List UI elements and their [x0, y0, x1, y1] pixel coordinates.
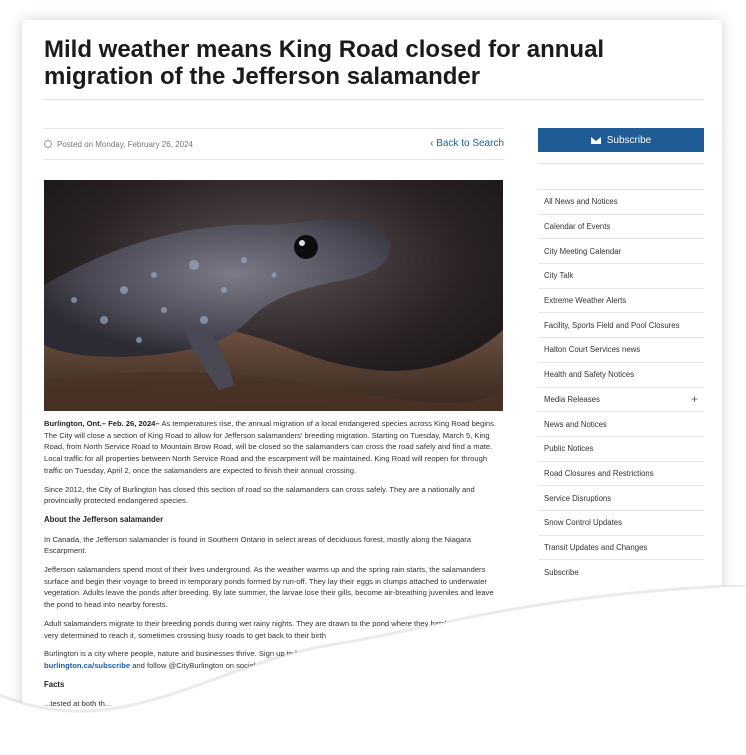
sidebar-item-label: Public Notices [544, 444, 594, 454]
paragraph-subscribe: Burlington is a city where people, natur… [44, 648, 504, 671]
sidebar-item-label: Road Closures and Restrictions [544, 468, 654, 478]
article-body: Burlington, Ont.– Feb. 26, 2024– As temp… [44, 418, 504, 717]
sidebar-item-service-disruptions[interactable]: Service Disruptions [538, 486, 704, 511]
posted-date-text: Posted on Monday, February 26, 2024 [57, 140, 193, 149]
sidebar-item-label: City Talk [544, 271, 574, 281]
sidebar-item-label: Media Releases [544, 394, 600, 404]
dateline: Burlington, Ont.– Feb. 26, 2024– [44, 419, 160, 428]
posted-date: Posted on Monday, February 26, 2024 [44, 140, 193, 149]
salamander-photo [44, 180, 503, 411]
subscribe-link[interactable]: burlington.ca/subscribe [44, 661, 130, 670]
sidebar-divider [538, 163, 704, 164]
sidebar-item-calendar-of-events[interactable]: Calendar of Events [538, 215, 704, 240]
sidebar-item-label: Health and Safety Notices [544, 370, 635, 380]
paragraph-range: In Canada, the Jefferson salamander is f… [44, 534, 472, 556]
salamander-illustration [44, 180, 503, 411]
about-heading: About the Jefferson salamander [44, 514, 164, 524]
page-card: Mild weather means King Road closed for … [22, 20, 722, 755]
sidebar-item-city-talk[interactable]: City Talk [538, 264, 704, 289]
sidebar-item-health-safety[interactable]: Health and Safety Notices [538, 363, 704, 388]
lead-paragraph: Burlington, Ont.– Feb. 26, 2024– As temp… [44, 418, 504, 477]
sidebar-nav: All News and Notices Calendar of Events … [538, 189, 704, 584]
sidebar-item-label: Transit Updates and Changes [544, 542, 648, 552]
subscribe-text-start: Burlington is a city where people, natur… [44, 649, 360, 659]
sidebar: Subscribe All News and Notices Calendar … [538, 128, 704, 584]
sidebar-item-road-closures[interactable]: Road Closures and Restrictions [538, 462, 704, 487]
facts-heading: Facts [44, 679, 65, 689]
page-title: Mild weather means King Road closed for … [44, 36, 605, 90]
chevron-left-icon: ‹ [430, 138, 434, 149]
sidebar-item-label: News and Notices [544, 419, 607, 429]
sidebar-item-halton-court[interactable]: Halton Court Services news [538, 338, 704, 363]
meta-row: Posted on Monday, February 26, 2024 ‹ Ba… [44, 128, 504, 160]
sidebar-item-all-news[interactable]: All News and Notices [538, 190, 704, 215]
sidebar-item-snow-control[interactable]: Snow Control Updates [538, 511, 704, 536]
sidebar-item-label: City Meeting Calendar [544, 246, 622, 256]
paragraph-migration: Adult salamanders migrate to their breed… [44, 618, 498, 640]
facts-line: ...tested at both th... [44, 699, 112, 709]
sidebar-item-label: Service Disruptions [544, 493, 612, 503]
sidebar-item-news-notices[interactable]: News and Notices [538, 412, 704, 437]
sidebar-item-extreme-weather-alerts[interactable]: Extreme Weather Alerts [538, 289, 704, 314]
back-to-search-label: Back to Search [436, 138, 504, 149]
envelope-icon [590, 136, 601, 144]
sidebar-item-label: Extreme Weather Alerts [544, 296, 627, 306]
sidebar-item-transit-updates[interactable]: Transit Updates and Changes [538, 536, 704, 561]
sidebar-item-subscribe[interactable]: Subscribe [538, 560, 704, 584]
sidebar-item-label: All News and Notices [544, 197, 618, 207]
title-divider [44, 99, 704, 100]
sidebar-item-label: Snow Control Updates [544, 518, 623, 528]
subscribe-button-label: Subscribe [606, 134, 652, 146]
paragraph-history: Since 2012, the City of Burlington has c… [44, 484, 475, 506]
sidebar-item-label: Facility, Sports Field and Pool Closures [544, 320, 680, 330]
subscribe-text-end: and follow @CityBurlington on social med… [130, 660, 281, 670]
subscribe-button[interactable]: Subscribe [538, 128, 704, 152]
back-to-search-link[interactable]: ‹ Back to Search [430, 138, 504, 149]
paragraph-lifecycle: Jefferson salamanders spend most of thei… [44, 565, 494, 610]
plus-icon[interactable]: + [691, 392, 698, 406]
sidebar-item-label: Halton Court Services news [544, 345, 641, 355]
sidebar-item-label: Calendar of Events [544, 222, 611, 232]
sidebar-item-facility-closures[interactable]: Facility, Sports Field and Pool Closures [538, 313, 704, 339]
sidebar-item-public-notices[interactable]: Public Notices [538, 437, 704, 462]
sidebar-item-media-releases[interactable]: Media Releases + [538, 388, 704, 413]
sidebar-item-city-meeting-calendar[interactable]: City Meeting Calendar [538, 239, 704, 265]
sidebar-item-label: Subscribe [544, 567, 579, 577]
clock-icon [44, 140, 52, 148]
